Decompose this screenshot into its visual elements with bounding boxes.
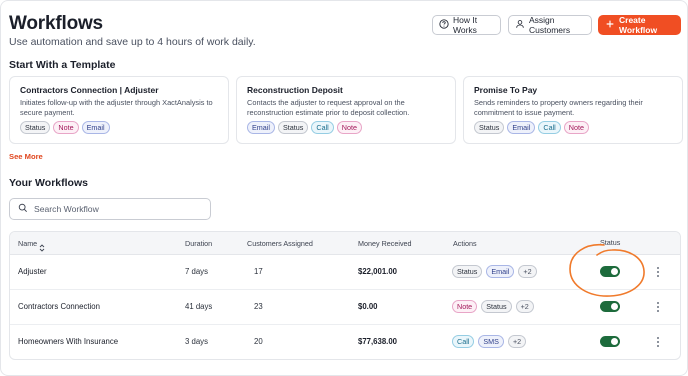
workflow-name: Homeowners With Insurance: [18, 337, 119, 346]
workflow-customers: 20: [254, 337, 263, 346]
tag-status: Status: [277, 121, 309, 134]
assign-customers-label: Assign Customers: [529, 15, 571, 35]
tag-status: Status: [20, 121, 51, 134]
template-title: Reconstruction Deposit: [247, 85, 343, 95]
workflow-duration: 7 days: [185, 267, 208, 276]
template-title: Contractors Connection | Adjuster: [20, 85, 159, 95]
tag-note: Note: [452, 300, 478, 313]
question-circle-icon: [439, 19, 449, 31]
workflow-name: Contractors Connection: [18, 302, 100, 311]
search-icon: [18, 203, 28, 215]
templates-section-title: Start With a Template: [9, 59, 116, 71]
tag-more[interactable]: +2: [518, 265, 537, 278]
workflow-actions: Note Status +2: [452, 300, 534, 313]
template-title: Promise To Pay: [474, 85, 538, 95]
column-header-money: Money Received: [358, 239, 412, 248]
workflow-money: $22,001.00: [358, 267, 398, 276]
user-icon: [515, 19, 525, 31]
workflow-name: Adjuster: [18, 267, 47, 276]
status-toggle[interactable]: [600, 336, 620, 347]
search-input[interactable]: Search Workflow: [9, 198, 211, 220]
column-header-name[interactable]: Name: [18, 239, 37, 248]
how-it-works-label: How It Works: [453, 15, 478, 35]
column-header-actions: Actions: [453, 239, 477, 248]
workflow-money: $0.00: [358, 302, 378, 311]
column-header-duration: Duration: [185, 239, 213, 248]
how-it-works-button[interactable]: How It Works: [432, 15, 501, 35]
assign-customers-button[interactable]: Assign Customers: [508, 15, 592, 35]
template-description: Initiates follow-up with the adjuster th…: [20, 98, 213, 117]
workflow-duration: 3 days: [185, 337, 208, 346]
tag-note: Note: [336, 121, 362, 134]
table-row[interactable]: Adjuster 7 days 17 $22,001.00 Status Ema…: [10, 255, 680, 290]
tag-status: Status: [474, 121, 505, 134]
kebab-menu-icon[interactable]: [655, 265, 661, 279]
tag-email: Email: [486, 265, 515, 278]
page-subtitle: Use automation and save up to 4 hours of…: [9, 36, 256, 48]
create-workflow-label: Create Workflow: [619, 15, 658, 35]
tag-status: Status: [452, 265, 483, 278]
template-card[interactable]: Contractors Connection | Adjuster Initia…: [9, 76, 229, 144]
tag-call: Call: [311, 121, 334, 134]
tag-call: Call: [452, 335, 475, 348]
tag-email: Email: [507, 121, 536, 134]
see-more-link[interactable]: See More: [9, 152, 43, 161]
tag-more[interactable]: +2: [515, 300, 534, 313]
kebab-menu-icon[interactable]: [655, 300, 661, 314]
table-row[interactable]: Contractors Connection 41 days 23 $0.00 …: [10, 290, 680, 325]
table-row[interactable]: Homeowners With Insurance 3 days 20 $77,…: [10, 325, 680, 359]
tag-email: Email: [247, 121, 275, 134]
create-workflow-button[interactable]: Create Workflow: [598, 15, 681, 35]
status-toggle[interactable]: [600, 266, 620, 277]
template-card[interactable]: Promise To Pay Sends reminders to proper…: [463, 76, 683, 144]
workflows-table: Name Duration Customers Assigned Money R…: [9, 231, 681, 360]
workflow-customers: 17: [254, 267, 263, 276]
kebab-menu-icon[interactable]: [655, 335, 661, 349]
tag-more[interactable]: +2: [507, 335, 527, 348]
workflow-customers: 23: [254, 302, 263, 311]
tag-sms: SMS: [478, 335, 504, 348]
tag-email: Email: [81, 121, 110, 134]
table-header: Name Duration Customers Assigned Money R…: [10, 232, 680, 255]
tag-status: Status: [481, 300, 512, 313]
page-title: Workflows: [9, 13, 103, 34]
plus-icon: [605, 19, 615, 31]
tag-note: Note: [53, 121, 79, 134]
template-description: Sends reminders to property owners regar…: [474, 98, 643, 117]
workflow-money: $77,638.00: [358, 337, 398, 346]
template-card[interactable]: Reconstruction Deposit Contacts the adju…: [236, 76, 456, 144]
workflow-actions: Status Email +2: [452, 265, 537, 278]
workflow-actions: Call SMS +2: [452, 335, 527, 348]
template-description: Contacts the adjuster to request approva…: [247, 98, 410, 117]
column-header-customers: Customers Assigned: [247, 239, 313, 248]
status-toggle[interactable]: [600, 301, 620, 312]
workflows-page: Workflows Use automation and save up to …: [0, 0, 688, 376]
search-placeholder: Search Workflow: [34, 204, 99, 214]
column-header-status: Status: [600, 238, 621, 247]
tag-note: Note: [563, 121, 589, 134]
tag-call: Call: [538, 121, 561, 134]
workflows-section-title: Your Workflows: [9, 177, 88, 189]
workflow-duration: 41 days: [185, 302, 213, 311]
